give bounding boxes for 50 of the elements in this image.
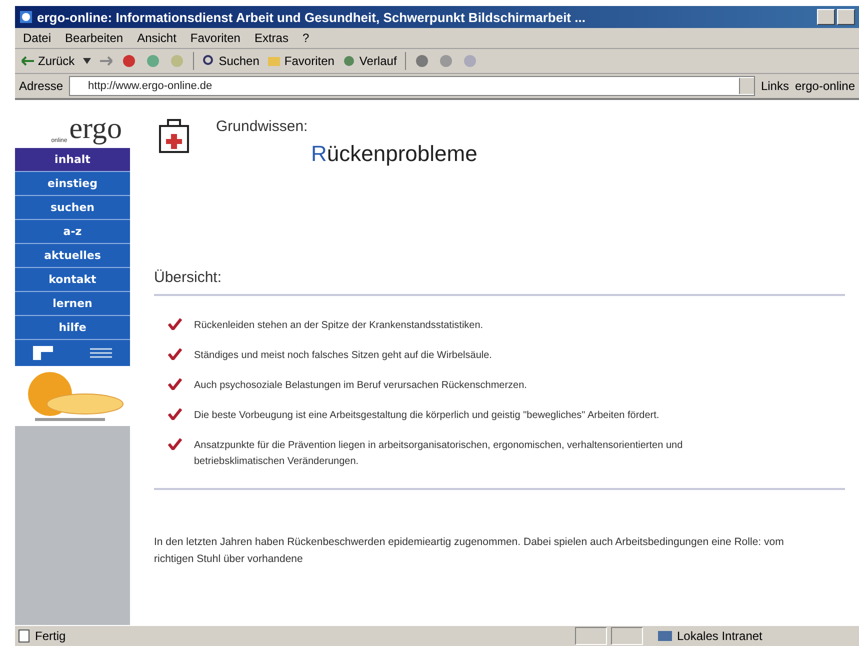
link-button[interactable]: ergo-online <box>794 79 855 93</box>
status-panel <box>611 627 643 645</box>
maximize-button[interactable] <box>837 9 855 25</box>
page-kicker: Grundwissen: <box>216 118 309 135</box>
section-heading: Übersicht: <box>154 269 223 288</box>
search-icon <box>202 54 216 68</box>
window-title: ergo-online: Informationsdienst Arbeit und Gesundheit, Schwerpunkt Bildschirmarbeit ... <box>37 10 586 24</box>
bullet-text: Rückenleiden stehen an der Spitze der Krankenstandsstatistiken. <box>194 319 484 333</box>
links-label[interactable]: Links <box>760 79 789 93</box>
caret-icon[interactable] <box>82 58 91 64</box>
menu-item[interactable]: ? <box>302 31 310 45</box>
nav-item[interactable]: suchen <box>15 196 130 220</box>
zone-text: Lokales Intranet <box>677 629 762 643</box>
nav-item[interactable]: hilfe <box>15 316 130 340</box>
nav-item[interactable]: aktuelles <box>15 244 130 268</box>
address-label: Adresse <box>19 79 64 93</box>
nav-item[interactable]: a-z <box>15 220 130 244</box>
check-icon <box>168 348 182 360</box>
check-icon <box>168 438 182 450</box>
bullet-text: Ständiges und meist noch falsches Sitzen geht auf die Wirbelsäule. <box>194 349 492 363</box>
list-icon[interactable] <box>90 347 112 359</box>
browser-icon <box>19 10 33 24</box>
nav-item[interactable]: kontakt <box>15 268 130 292</box>
menu-item[interactable]: Bearbeiten <box>65 31 124 45</box>
nav-item[interactable]: lernen <box>15 292 130 316</box>
menu-item[interactable]: Datei <box>23 31 52 45</box>
menu-item[interactable]: Extras <box>254 31 288 45</box>
check-icon <box>168 408 182 420</box>
body-paragraph: In den letzten Jahren haben Rückenbeschwerden epidemieartig zugenommen. Dabei spielen auch Arbeitsbedingungen eine Rolle: vom richtigen Stuhl über vorhandene <box>154 535 785 567</box>
address-field[interactable]: http://www.ergo-online.de <box>69 76 755 96</box>
search-button[interactable]: Suchen <box>202 54 260 68</box>
minimize-button[interactable] <box>817 9 835 25</box>
menu-item[interactable]: Favoriten <box>190 31 240 45</box>
page-icon <box>17 629 31 643</box>
bullet-text: Ansatzpunkte für die Prävention liegen in arbeitsorganisatorischen, ergonomischen, verhaltensorientierten und betriebsklimatischen Veränderungen. <box>194 439 684 469</box>
bullet-text: Die beste Vorbeugung ist eine Arbeitsgestaltung die körperlich und geistig "bewegliches" Arbeiten fördert. <box>194 409 660 423</box>
back-button[interactable]: Zurück <box>21 54 75 68</box>
status-text: Fertig <box>35 629 67 643</box>
menu-item[interactable]: Ansicht <box>137 31 176 45</box>
page-title: Rückenprobleme <box>311 141 478 167</box>
check-icon <box>168 318 182 330</box>
check-icon <box>168 378 182 390</box>
nav-item[interactable]: einstieg <box>15 172 130 196</box>
forward-arrow-icon[interactable] <box>98 56 113 66</box>
favorites-button[interactable]: Favoriten <box>267 54 334 68</box>
back-arrow-icon <box>21 56 35 66</box>
status-panel <box>575 627 607 645</box>
history-button[interactable]: Verlauf <box>342 54 397 68</box>
nav-item[interactable]: inhalt <box>15 148 130 172</box>
bullet-text: Auch psychosoziale Belastungen im Beruf verursachen Rückenschmerzen. <box>194 379 527 393</box>
